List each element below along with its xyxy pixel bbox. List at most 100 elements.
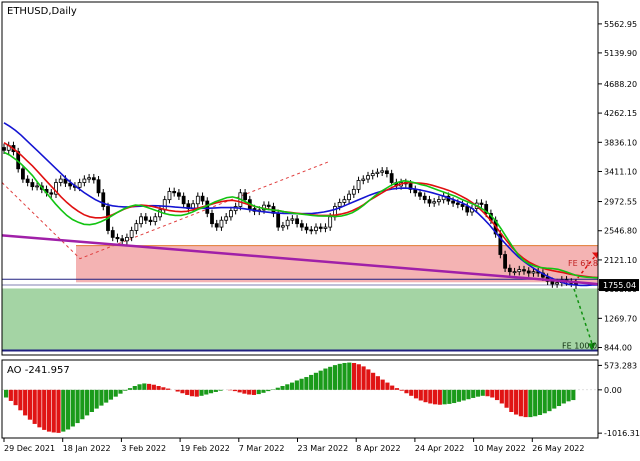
y-tick-label: 2121.10 — [604, 256, 637, 265]
ao-bar — [290, 383, 294, 390]
x-tick-label: 19 Feb 2022 — [180, 444, 230, 453]
ao-bar — [476, 390, 480, 397]
ao-bar — [199, 390, 203, 396]
candle-body — [116, 237, 119, 238]
y-tick-label: 844.00 — [604, 344, 632, 353]
ao-bar — [95, 390, 99, 409]
x-tick-label: 23 Mar 2022 — [298, 444, 349, 453]
ao-bar — [285, 384, 289, 390]
ao-y-tick-label: 0.00 — [604, 386, 622, 395]
ao-bar — [552, 390, 556, 409]
ao-bar — [342, 363, 346, 390]
ao-bar — [433, 390, 437, 404]
x-tick-label: 8 Apr 2022 — [356, 444, 400, 453]
ao-bar — [204, 390, 208, 395]
ao-bar — [123, 390, 127, 391]
candle-body — [173, 191, 176, 192]
candle-body — [3, 148, 6, 151]
ao-bar — [238, 390, 242, 393]
candle-body — [59, 179, 62, 182]
candle-body — [300, 224, 303, 227]
candle-body — [504, 255, 507, 269]
x-tick-label: 18 Jan 2022 — [63, 444, 111, 453]
ao-bar — [214, 390, 218, 392]
ao-bar — [357, 364, 361, 390]
ao-bar — [28, 390, 32, 420]
y-tick-label: 5562.95 — [604, 20, 637, 29]
y-tick-label: 5139.90 — [604, 49, 637, 58]
candle-body — [329, 217, 332, 227]
chart-window: FE 61.8FE 100.0 5562.955139.904688.20426… — [0, 0, 640, 457]
ao-bar — [99, 390, 103, 406]
ao-bar — [395, 388, 399, 390]
ao-bar — [114, 390, 118, 397]
candle-body — [88, 178, 91, 179]
ao-bar — [485, 390, 489, 396]
candle-body — [111, 231, 114, 238]
fe618-label: FE 61.8 — [568, 259, 598, 268]
candle-body — [518, 270, 521, 272]
ao-bar — [352, 363, 356, 390]
y-tick-label: 4262.15 — [604, 109, 637, 118]
ao-bar — [423, 390, 427, 402]
ao-bar — [519, 390, 523, 416]
ao-bar — [309, 375, 313, 390]
ao-bar — [571, 390, 575, 400]
ao-bar — [23, 390, 27, 416]
ao-bar — [195, 390, 199, 397]
ao-bar — [505, 390, 509, 408]
ao-title: AO -241.957 — [7, 365, 70, 376]
ao-bar — [118, 390, 122, 394]
ao-bar — [409, 390, 413, 396]
candle-body — [182, 196, 185, 204]
y-tick-label: 3411.10 — [604, 167, 637, 176]
ao-bar — [295, 380, 299, 389]
candle-body — [291, 219, 294, 220]
ao-bar — [252, 390, 256, 395]
candle-body — [220, 220, 223, 227]
ao-bar — [528, 390, 532, 417]
candle-body — [26, 179, 29, 182]
target-zone — [2, 288, 598, 350]
ao-bar — [304, 377, 308, 390]
ao-panel — [2, 363, 598, 433]
ao-bar — [314, 373, 318, 390]
candle-body — [319, 227, 322, 228]
candle-body — [31, 183, 34, 187]
ao-bar — [376, 376, 380, 390]
candle-body — [381, 171, 384, 172]
ao-bar — [300, 379, 304, 390]
candle-body — [149, 220, 152, 221]
ao-bar — [42, 390, 46, 430]
candle-body — [267, 205, 270, 206]
candle-body — [527, 271, 530, 273]
candle-body — [229, 211, 232, 217]
candle-body — [83, 179, 86, 182]
ao-bar — [61, 390, 65, 432]
ao-bar — [338, 364, 342, 390]
candle-body — [348, 194, 351, 199]
chart-canvas: FE 61.8FE 100.0 5562.955139.904688.20426… — [0, 0, 640, 457]
ao-bar — [385, 383, 389, 390]
ao-bar — [157, 386, 161, 390]
candle-body — [121, 239, 124, 241]
candle-body — [551, 281, 554, 284]
ao-bar — [457, 390, 461, 402]
candle-body — [168, 191, 171, 199]
ao-bar — [547, 390, 551, 411]
candle-body — [513, 272, 516, 273]
ao-bar — [514, 390, 518, 415]
ao-bar — [490, 390, 494, 398]
chart-title: ETHUSD,Daily — [7, 6, 77, 17]
ao-bar — [366, 369, 370, 389]
candle-body — [362, 179, 365, 180]
candle-body — [296, 219, 299, 224]
candle-body — [225, 217, 228, 220]
y-tick-label: 1269.70 — [604, 314, 637, 323]
ao-bar — [33, 390, 37, 424]
ao-bar — [466, 390, 470, 399]
candle-body — [310, 230, 313, 231]
ao-bar — [390, 386, 394, 390]
ao-bar — [80, 390, 84, 419]
ao-bar — [543, 390, 547, 413]
